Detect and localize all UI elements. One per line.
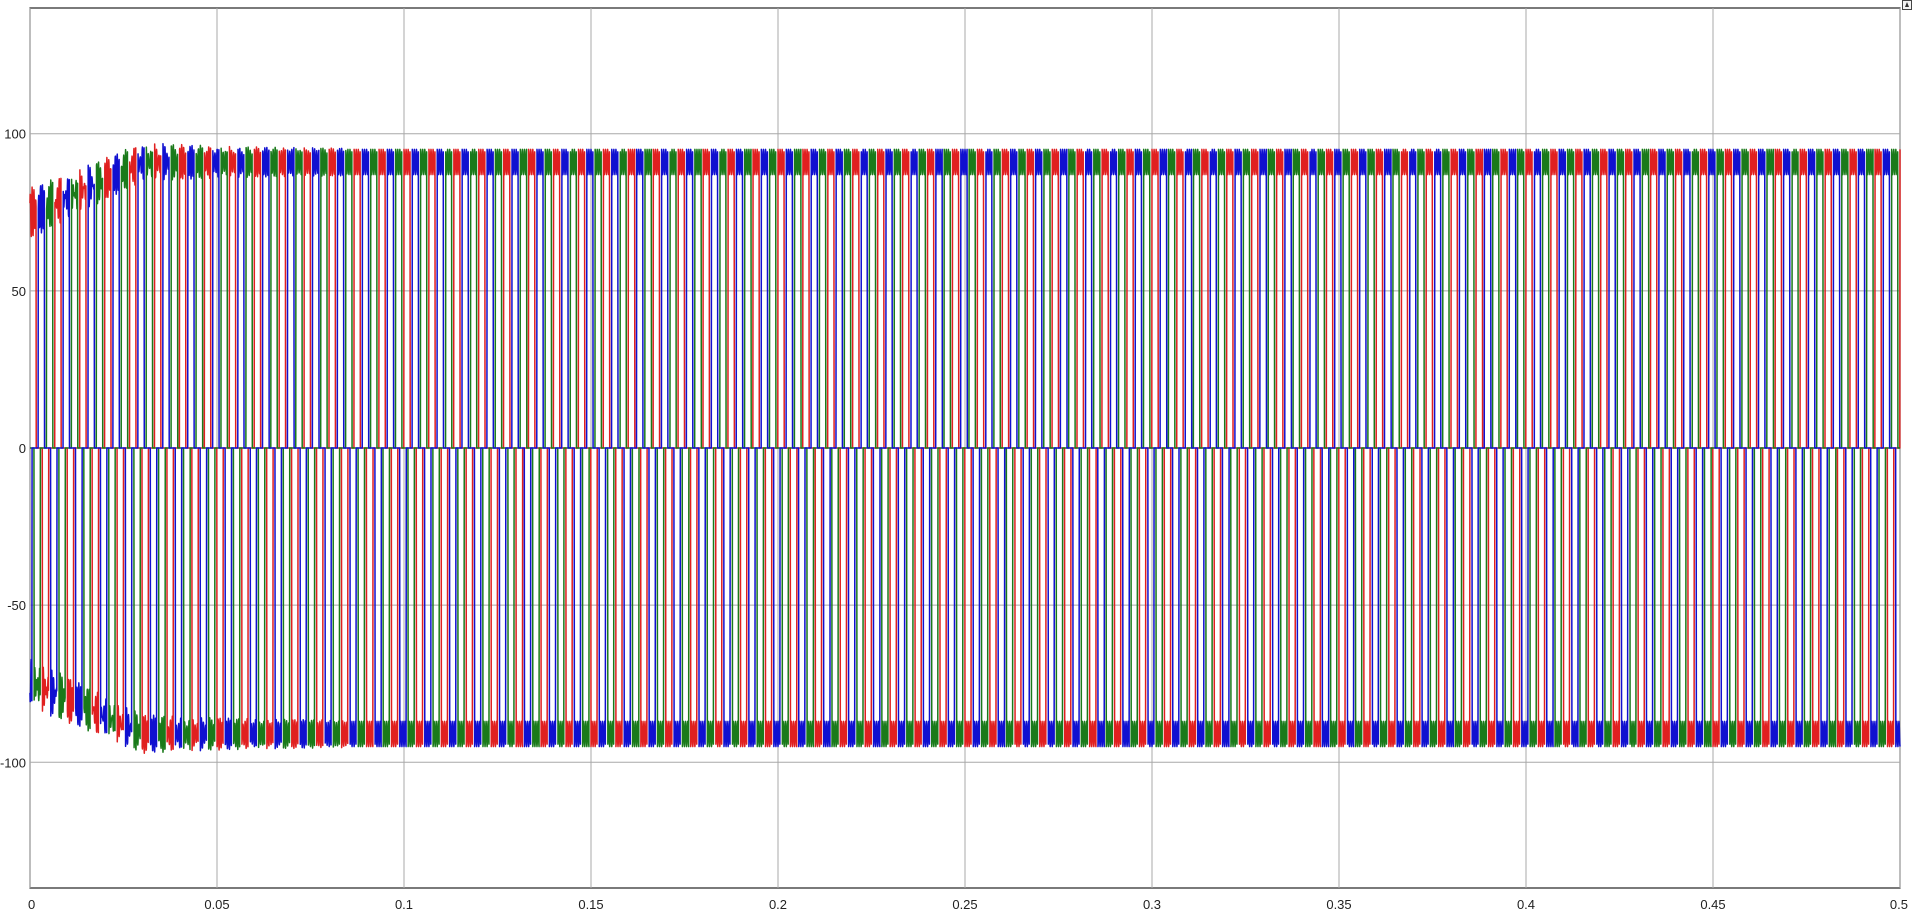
x-tick-label: 0.3 <box>1143 897 1161 912</box>
x-tick-label: 0.2 <box>769 897 787 912</box>
x-tick-label: 0.45 <box>1700 897 1725 912</box>
y-tick-label: -50 <box>7 598 26 613</box>
y-tick-label: 100 <box>4 127 26 142</box>
y-tick-label: 0 <box>19 441 26 456</box>
x-tick-label: 0.5 <box>1890 897 1908 912</box>
x-tick-label: 0.1 <box>395 897 413 912</box>
y-tick-labels: -100 -50 0 50 100 <box>0 127 26 771</box>
y-tick-label: 50 <box>12 284 26 299</box>
scope-chart: 0 0.05 0.1 0.15 0.2 0.25 0.3 0.35 0.4 0.45 0.5 -10… <box>0 7 1908 912</box>
x-tick-label: 0.25 <box>952 897 977 912</box>
x-tick-label: 0 <box>28 897 35 912</box>
y-tick-label: -100 <box>0 755 26 770</box>
x-tick-label: 0.4 <box>1517 897 1535 912</box>
x-tick-label: 0.15 <box>578 897 603 912</box>
x-tick-label: 0.35 <box>1326 897 1351 912</box>
x-tick-label: 0.05 <box>204 897 229 912</box>
x-tick-labels: 0 0.05 0.1 0.15 0.2 0.25 0.3 0.35 0.4 0.45 0.5 <box>28 897 1908 912</box>
expand-icon[interactable] <box>1902 0 1912 10</box>
